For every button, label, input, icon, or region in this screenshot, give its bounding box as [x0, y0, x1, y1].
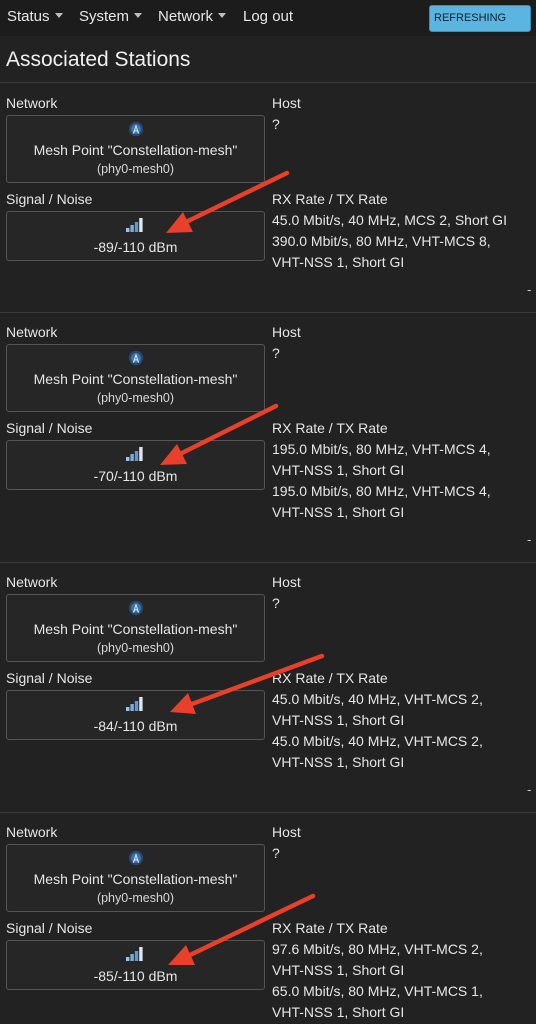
host-value: ? — [272, 345, 280, 361]
network-name: Mesh Point "Constellation-mesh" — [33, 871, 238, 887]
network-name: Mesh Point "Constellation-mesh" — [33, 371, 238, 387]
menu-logout[interactable]: Log out — [243, 8, 293, 26]
rate-line: VHT-NSS 1, Short GI — [272, 1004, 405, 1020]
mesh-antenna-icon — [128, 850, 144, 866]
rate-line: VHT-NSS 1, Short GI — [272, 462, 405, 478]
signal-bars-icon — [126, 447, 143, 461]
menu-system-label: System — [79, 8, 130, 25]
network-label: Network — [6, 324, 58, 340]
network-label: Network — [6, 574, 58, 590]
chevron-down-icon — [218, 12, 227, 18]
station-row: Network Mesh Point "Constellation-mesh" … — [0, 84, 536, 312]
signal-cell: -89/-110 dBm — [6, 211, 265, 261]
signal-noise-value: -70/-110 dBm — [93, 468, 178, 484]
chevron-down-icon — [54, 12, 63, 18]
station-row: Network Mesh Point "Constellation-mesh" … — [0, 563, 536, 812]
network-name: Mesh Point "Constellation-mesh" — [33, 142, 238, 158]
mesh-antenna-icon — [128, 600, 144, 616]
rx-tx-rate-label: RX Rate / TX Rate — [272, 920, 388, 936]
signal-noise-value: -85/-110 dBm — [93, 968, 178, 984]
menu-status-label: Status — [7, 8, 50, 25]
network-device: (phy0-mesh0) — [96, 391, 175, 405]
network-cell[interactable]: Mesh Point "Constellation-mesh" (phy0-me… — [6, 115, 265, 183]
network-cell[interactable]: Mesh Point "Constellation-mesh" (phy0-me… — [6, 844, 265, 912]
signal-bars-icon — [126, 947, 143, 961]
chevron-down-icon — [134, 12, 143, 18]
rate-line: 195.0 Mbit/s, 80 MHz, VHT-MCS 4, — [272, 483, 491, 499]
menu-status[interactable]: Status — [7, 8, 63, 26]
signal-bars-icon — [126, 697, 143, 711]
top-navbar: Status System Network Log out REFRESHING — [0, 0, 536, 36]
menu-system[interactable]: System — [79, 8, 143, 26]
page-title: Associated Stations — [6, 48, 191, 71]
signal-cell: -70/-110 dBm — [6, 440, 265, 490]
title-divider — [0, 82, 536, 83]
rate-line: VHT-NSS 1, Short GI — [272, 754, 405, 770]
signal-noise-label: Signal / Noise — [6, 670, 93, 686]
signal-noise-label: Signal / Noise — [6, 191, 93, 207]
signal-noise-value: -89/-110 dBm — [93, 239, 178, 255]
network-device: (phy0-mesh0) — [96, 641, 175, 655]
signal-noise-label: Signal / Noise — [6, 920, 93, 936]
network-cell[interactable]: Mesh Point "Constellation-mesh" (phy0-me… — [6, 594, 265, 662]
rate-line: 97.6 Mbit/s, 80 MHz, VHT-MCS 2, — [272, 941, 483, 957]
rate-line: 45.0 Mbit/s, 40 MHz, VHT-MCS 2, — [272, 691, 483, 707]
signal-cell: -85/-110 dBm — [6, 940, 265, 990]
signal-noise-value: -84/-110 dBm — [93, 718, 178, 734]
menu-logout-label: Log out — [243, 8, 294, 25]
network-cell[interactable]: Mesh Point "Constellation-mesh" (phy0-me… — [6, 344, 265, 412]
host-value: ? — [272, 595, 280, 611]
station-row: Network Mesh Point "Constellation-mesh" … — [0, 813, 536, 1024]
host-value: ? — [272, 845, 280, 861]
network-name: Mesh Point "Constellation-mesh" — [33, 621, 238, 637]
rate-line: VHT-NSS 1, Short GI — [272, 712, 405, 728]
menu-network-label: Network — [158, 8, 214, 25]
rate-line: 195.0 Mbit/s, 80 MHz, VHT-MCS 4, — [272, 441, 491, 457]
host-value: ? — [272, 116, 280, 132]
rate-line: VHT-NSS 1, Short GI — [272, 254, 405, 270]
rate-line: 65.0 Mbit/s, 80 MHz, VHT-MCS 1, — [272, 983, 483, 999]
rx-tx-rate-label: RX Rate / TX Rate — [272, 420, 388, 436]
network-label: Network — [6, 95, 58, 111]
signal-noise-label: Signal / Noise — [6, 420, 93, 436]
network-device: (phy0-mesh0) — [96, 891, 175, 905]
rate-line: VHT-NSS 1, Short GI — [272, 504, 405, 520]
row-action-placeholder: - — [527, 532, 532, 547]
signal-bars-icon — [126, 218, 143, 232]
row-action-placeholder: - — [527, 282, 532, 297]
rate-line: VHT-NSS 1, Short GI — [272, 962, 405, 978]
host-label: Host — [272, 95, 301, 111]
mesh-antenna-icon — [128, 350, 144, 366]
signal-cell: -84/-110 dBm — [6, 690, 265, 740]
rx-tx-rate-label: RX Rate / TX Rate — [272, 191, 388, 207]
station-row: Network Mesh Point "Constellation-mesh" … — [0, 313, 536, 562]
rate-line: 45.0 Mbit/s, 40 MHz, MCS 2, Short GI — [272, 212, 507, 228]
host-label: Host — [272, 324, 301, 340]
network-device: (phy0-mesh0) — [96, 162, 175, 176]
host-label: Host — [272, 824, 301, 840]
menu-network[interactable]: Network — [158, 8, 227, 26]
network-label: Network — [6, 824, 58, 840]
rate-line: 45.0 Mbit/s, 40 MHz, VHT-MCS 2, — [272, 733, 483, 749]
rx-tx-rate-label: RX Rate / TX Rate — [272, 670, 388, 686]
row-action-placeholder: - — [527, 782, 532, 797]
host-label: Host — [272, 574, 301, 590]
rate-line: 390.0 Mbit/s, 80 MHz, VHT-MCS 8, — [272, 233, 491, 249]
refreshing-button[interactable]: REFRESHING — [429, 5, 531, 32]
mesh-antenna-icon — [128, 121, 144, 137]
